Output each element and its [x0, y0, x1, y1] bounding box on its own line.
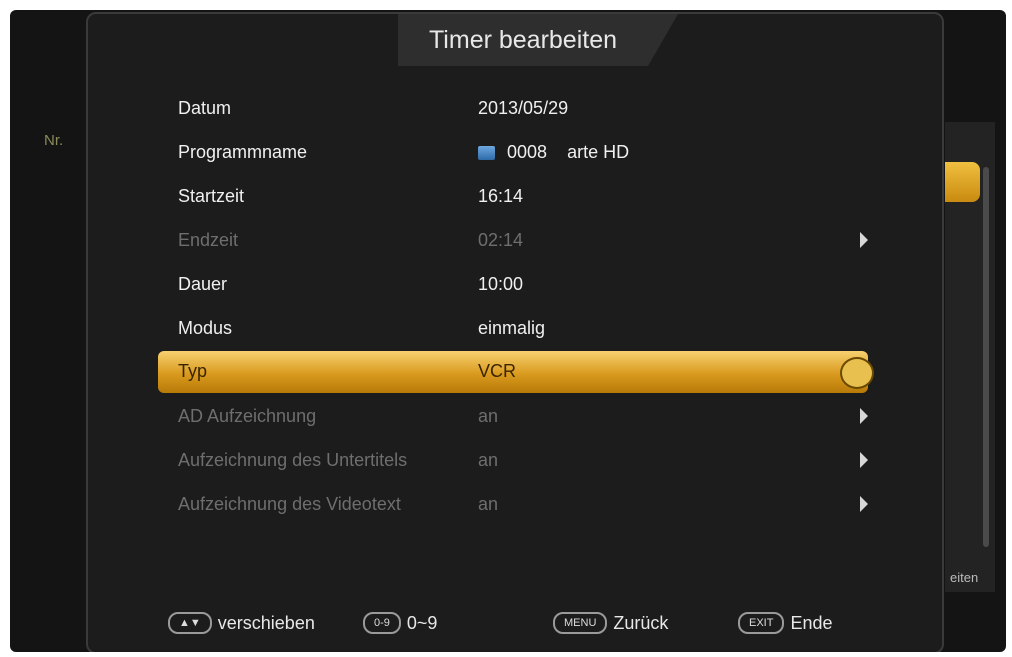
row-typ[interactable]: Typ VCR [158, 351, 874, 393]
row-label: Dauer [178, 274, 228, 294]
scrollbar[interactable] [983, 167, 989, 547]
row-value: 16:14 [478, 186, 524, 206]
footer-hint-back[interactable]: MENU Zurück [553, 610, 668, 636]
row-endzeit[interactable]: Endzeit 02:14 [158, 220, 868, 260]
exit-key-icon: EXIT [738, 612, 785, 634]
row-startzeit[interactable]: Startzeit 16:14 [158, 176, 868, 216]
row-value: an [478, 494, 499, 514]
tv-channel-icon [478, 146, 495, 161]
row-value: 10:00 [478, 274, 524, 294]
row-label: AD Aufzeichnung [178, 406, 317, 426]
row-value: einmalig [478, 318, 546, 338]
chevron-right-icon[interactable] [860, 232, 868, 248]
menu-key-icon: MENU [553, 612, 608, 634]
row-programmname[interactable]: Programmname 0008 arte HD [158, 132, 868, 172]
row-value: VCR [478, 361, 517, 381]
row-untertitel[interactable]: Aufzeichnung des Untertitels an [158, 440, 868, 480]
row-label: Datum [178, 98, 232, 118]
row-value: an [478, 406, 499, 426]
row-label: Programmname [178, 142, 308, 162]
row-modus[interactable]: Modus einmalig [158, 308, 868, 348]
timer-list-right-panel: eiten [945, 122, 995, 592]
footer-label: verschieben [217, 612, 315, 633]
row-datum[interactable]: Datum 2013/05/29 [158, 88, 868, 128]
dialog-titlebar: Timer bearbeiten [88, 14, 942, 70]
row-label: Endzeit [178, 230, 239, 250]
digit-keys-icon: 0-9 [363, 612, 401, 634]
row-ad-aufzeichnung[interactable]: AD Aufzeichnung an [158, 396, 868, 436]
chevron-right-icon[interactable] [860, 496, 868, 512]
footer-hint-digits[interactable]: 0-9 0~9 [363, 610, 437, 636]
channel-name: arte HD [567, 142, 630, 162]
chevron-right-icon[interactable] [860, 452, 868, 468]
row-value: an [478, 450, 499, 470]
row-value: 02:14 [478, 230, 524, 250]
footer-label: Zurück [613, 612, 669, 633]
row-label: Startzeit [178, 186, 245, 206]
row-label: Aufzeichnung des Untertitels [178, 450, 408, 470]
timer-list: Nr. 01 02 03 04 05 06 07 08 09 [34, 122, 822, 202]
tv-screen: Nr. 01 02 03 04 05 06 07 08 09 eiten Tim… [10, 10, 1006, 652]
footer-label: 0~9 [406, 612, 438, 633]
row-videotext[interactable]: Aufzeichnung des Videotext an [158, 484, 868, 524]
row-dauer[interactable]: Dauer 10:00 [158, 264, 868, 304]
footer-hint-exit[interactable]: EXIT Ende [738, 610, 833, 636]
arrow-keys-icon: ▲▼ [168, 612, 212, 634]
chevron-right-icon[interactable] [860, 408, 868, 424]
selected-row-end [945, 162, 980, 202]
footer-hint-move[interactable]: ▲▼ verschieben [168, 610, 315, 636]
footer-label: Ende [790, 612, 833, 633]
row-value: 2013/05/29 [478, 98, 569, 118]
ok-icon[interactable] [840, 357, 874, 389]
timer-edit-dialog: Timer bearbeiten Datum 2013/05/29 Progra… [86, 12, 944, 652]
row-label: Aufzeichnung des Videotext [178, 494, 401, 514]
row-label: Modus [178, 318, 233, 338]
row-value: 0008 arte HD [478, 132, 629, 172]
timer-list-header: Nr. [44, 132, 64, 149]
row-label: Typ [178, 361, 208, 381]
channel-number: 0008 [507, 142, 548, 162]
dialog-title: Timer bearbeiten [398, 14, 648, 66]
title-tab-edge [648, 14, 678, 66]
key-hint-bar: ▲▼ verschieben 0-9 0~9 MENU Zurück EXIT … [88, 592, 942, 652]
bearbeiten-label: eiten [950, 570, 979, 585]
